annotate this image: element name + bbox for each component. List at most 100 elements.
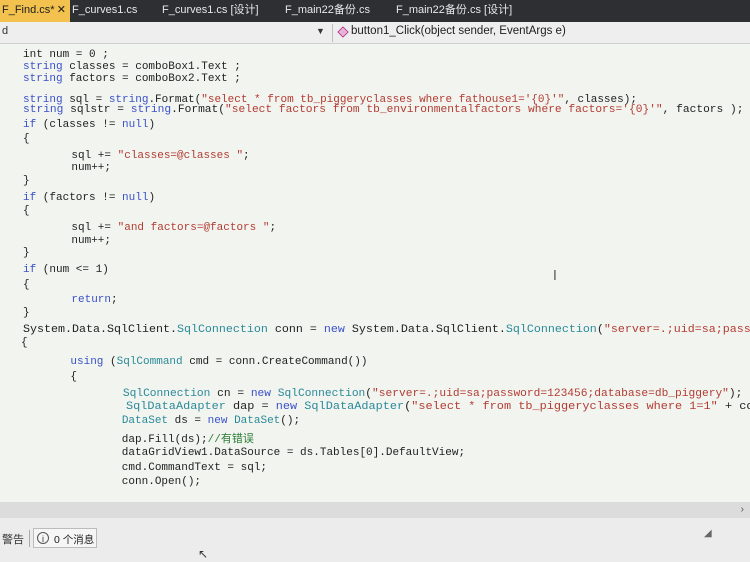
code-line[interactable]: if (num <= 1) [23, 264, 109, 276]
code-line[interactable]: } [23, 307, 30, 319]
code-line[interactable]: int num = 0 ; [23, 49, 109, 61]
code-line[interactable]: dataGridView1.DataSource = ds.Tables[0].… [69, 447, 465, 459]
code-token: string [23, 104, 64, 116]
code-token: DataSet [234, 415, 281, 427]
messages-filter-button[interactable]: i 0 个消息 [33, 528, 97, 548]
code-token: if [23, 264, 37, 276]
code-token: conn = [267, 324, 324, 336]
tab-f-find[interactable]: F_Find.cs* ✕ [0, 0, 70, 22]
code-token: { [23, 133, 30, 145]
horizontal-scrollbar[interactable]: › [0, 502, 750, 518]
divider [29, 530, 30, 547]
code-line[interactable]: DataSet ds = new DataSet(); [69, 415, 300, 427]
code-token: if [23, 119, 37, 131]
code-line[interactable]: return; [45, 294, 117, 306]
code-token: System.Data.SqlClient. [23, 324, 177, 336]
code-token: conn.Open(); [69, 476, 202, 488]
code-token: { [21, 337, 28, 349]
code-token: num++; [45, 162, 112, 174]
close-icon[interactable]: ✕ [57, 0, 66, 21]
code-token: string [23, 73, 63, 85]
code-token: SqlConnection [277, 388, 366, 400]
code-line[interactable]: { [23, 279, 30, 291]
tab-f-main22-backup[interactable]: F_main22备份.cs [285, 0, 385, 22]
code-line[interactable]: num++; [45, 235, 111, 247]
code-line[interactable]: { [23, 205, 30, 217]
tab-f-curves1-design[interactable]: F_curves1.cs [设计] [162, 0, 272, 22]
error-list-panel: 警告 i 0 个消息 ◢ ↖ [0, 518, 750, 562]
code-line[interactable]: if (factors != null) [23, 192, 155, 204]
type-scope-dropdown[interactable]: d [2, 25, 8, 37]
code-token: "server=.;uid=sa;password=123456;c [603, 324, 750, 336]
code-token: sql += [45, 222, 118, 234]
code-line[interactable]: using (SqlCommand cmd = conn.CreateComma… [44, 356, 367, 368]
code-line[interactable]: sql += "classes=@classes "; [45, 150, 250, 162]
ibeam-cursor-icon: I [553, 269, 557, 284]
code-token: ; [243, 150, 250, 162]
code-line[interactable]: sql += "and factors=@factors "; [45, 222, 276, 234]
code-line[interactable]: SqlDataAdapter dap = new SqlDataAdapter(… [69, 401, 750, 413]
code-token: cmd.CommandText = sql; [69, 462, 268, 474]
divider [332, 24, 333, 42]
code-line[interactable]: string factors = comboBox2.Text ; [23, 73, 241, 85]
tab-f-curves1[interactable]: F_curves1.cs [72, 0, 152, 22]
code-token: new [275, 401, 298, 413]
code-token: + comboBox1 .Text +" "+co [724, 401, 750, 413]
code-token: "and factors=@factors " [117, 222, 270, 234]
code-token: new [323, 324, 345, 336]
code-token: "select * from tb_piggeryclasses where 1… [411, 401, 718, 413]
code-token: if [23, 192, 37, 204]
code-line[interactable]: string sqlstr = string.Format("select fa… [23, 104, 743, 116]
code-line[interactable]: cmd.CommandText = sql; [69, 462, 267, 474]
code-line[interactable]: } [23, 175, 30, 187]
code-line[interactable]: } [23, 247, 30, 259]
code-token: sqlstr = [63, 104, 131, 116]
member-dropdown[interactable]: button1_Click(object sender, EventArgs e… [351, 25, 566, 37]
code-token: ) [148, 119, 156, 131]
code-line[interactable]: { [23, 133, 30, 145]
code-line[interactable]: num++; [45, 162, 111, 174]
code-token: cn = [210, 388, 251, 400]
code-token: ds = [168, 415, 208, 427]
code-token: new [250, 388, 272, 400]
code-token: SqlDataAdapter [126, 401, 226, 413]
code-token: SqlDataAdapter [304, 401, 405, 413]
code-token: ); [728, 388, 743, 400]
code-line[interactable]: { [44, 371, 77, 383]
code-token: dap = [225, 401, 276, 413]
code-line[interactable]: string classes = comboBox1.Text ; [23, 61, 241, 73]
code-line[interactable]: dap.Fill(ds);//有错误 [69, 430, 254, 446]
code-token: (); [280, 415, 301, 427]
mouse-pointer-icon: ↖ [198, 547, 209, 561]
scroll-right-icon[interactable]: › [741, 504, 744, 515]
code-line[interactable]: SqlConnection cn = new SqlConnection("se… [69, 388, 743, 400]
document-tab-bar: F_Find.cs* ✕ F_curves1.cs F_curves1.cs [… [0, 0, 750, 22]
code-token: ( [103, 356, 117, 368]
tab-label: F_main22备份.cs [285, 4, 370, 16]
code-line[interactable]: conn.Open(); [69, 476, 201, 488]
code-token: } [23, 175, 30, 187]
tab-f-main22-backup-design[interactable]: F_main22备份.cs [设计] [396, 0, 526, 22]
code-token: sql += [45, 150, 118, 162]
code-line[interactable]: System.Data.SqlClient.SqlConnection conn… [23, 324, 750, 336]
code-token: } [23, 247, 30, 259]
messages-count: 0 个消息 [54, 534, 95, 546]
warnings-filter[interactable]: 警告 [2, 531, 24, 547]
code-editor[interactable]: int num = 0 ; string classes = comboBox1.… [0, 44, 750, 502]
code-token: { [23, 205, 30, 217]
code-text[interactable]: int num = 0 ; string classes = comboBox1.… [0, 44, 750, 502]
code-line[interactable]: { [21, 337, 28, 349]
code-token: ) [148, 192, 156, 204]
tab-label: F_main22备份.cs [设计] [396, 4, 513, 16]
code-line[interactable]: if (classes != null) [23, 119, 155, 131]
code-token: ( [404, 401, 412, 413]
code-token: System.Data.SqlClient. [344, 324, 506, 336]
code-token: null [122, 192, 149, 204]
chevron-down-icon[interactable]: ▼ [316, 26, 325, 36]
code-token: num++; [45, 235, 112, 247]
